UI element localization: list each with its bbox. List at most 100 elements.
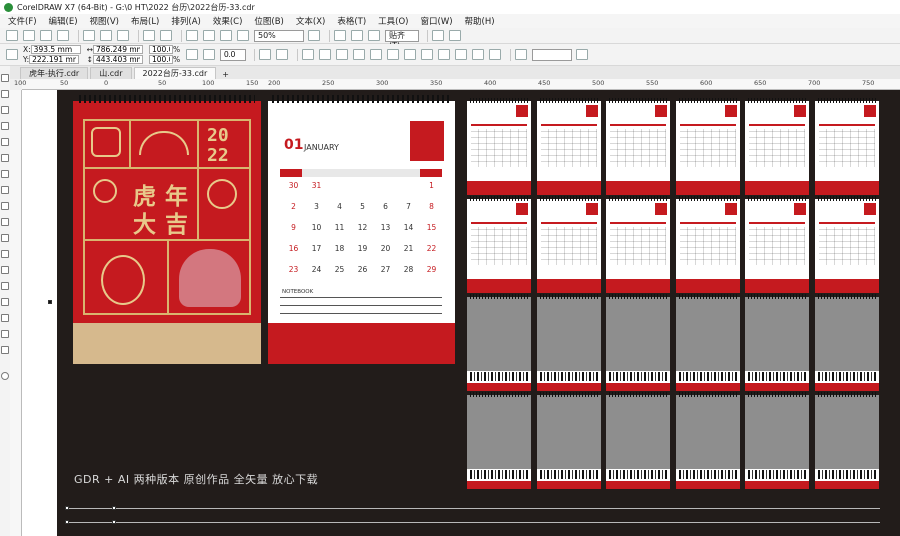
save-icon[interactable]: [40, 30, 52, 41]
export-icon[interactable]: [220, 30, 232, 41]
rectangle-tool-icon[interactable]: [1, 170, 9, 178]
parallel-dimension-icon[interactable]: [1, 234, 9, 242]
connector-tool-icon[interactable]: [1, 250, 9, 258]
calendar-page-thumbnail[interactable]: [814, 98, 879, 195]
x-position-field[interactable]: [30, 45, 81, 54]
break-apart-icon[interactable]: [370, 49, 383, 60]
menu-window[interactable]: 窗口(W): [421, 15, 453, 27]
menu-layout[interactable]: 布局(L): [131, 15, 159, 27]
open-icon[interactable]: [23, 30, 35, 41]
zoom-level-select[interactable]: 50%: [254, 29, 304, 42]
selection-handle[interactable]: [48, 300, 52, 304]
menu-view[interactable]: 视图(V): [90, 15, 119, 27]
object-origin-icon[interactable]: [6, 49, 18, 60]
outline-pen-icon[interactable]: [1, 346, 9, 354]
menu-tools[interactable]: 工具(O): [378, 15, 408, 27]
front-minus-back-icon[interactable]: [455, 49, 468, 60]
artistic-media-icon[interactable]: [1, 154, 9, 162]
drop-shadow-icon[interactable]: [1, 266, 9, 274]
photo-page-thumbnail[interactable]: [675, 294, 740, 391]
photo-page-thumbnail[interactable]: [606, 392, 670, 489]
calendar-page-thumbnail[interactable]: [675, 196, 740, 293]
horizontal-ruler[interactable]: 100 50 0 50 100 150 200 250 300 350 400 …: [14, 79, 900, 90]
calendar-page-thumbnail[interactable]: [467, 98, 531, 195]
freehand-tool-icon[interactable]: [1, 138, 9, 146]
trim-icon[interactable]: [404, 49, 417, 60]
selection-handle[interactable]: [65, 506, 69, 510]
ungroup-icon[interactable]: [319, 49, 332, 60]
menu-arrange[interactable]: 排列(A): [171, 15, 200, 27]
paste-icon[interactable]: [117, 30, 129, 41]
photo-page-thumbnail[interactable]: [745, 392, 809, 489]
text-tool-icon[interactable]: [1, 218, 9, 226]
import-icon[interactable]: [203, 30, 215, 41]
outline-width-select[interactable]: [532, 48, 573, 61]
show-grid-icon[interactable]: [351, 30, 363, 41]
shape-tool-icon[interactable]: [1, 90, 9, 98]
transparency-tool-icon[interactable]: [1, 282, 9, 290]
new-icon[interactable]: [6, 30, 18, 41]
redo-icon[interactable]: [160, 30, 172, 41]
calendar-page-thumbnail[interactable]: [536, 98, 601, 195]
weld-icon[interactable]: [387, 49, 400, 60]
search-icon[interactable]: [186, 30, 198, 41]
group-icon[interactable]: [302, 49, 315, 60]
photo-page-thumbnail[interactable]: [675, 392, 740, 489]
menu-edit[interactable]: 编辑(E): [49, 15, 78, 27]
photo-page-thumbnail[interactable]: [814, 294, 879, 391]
copy-icon[interactable]: [100, 30, 112, 41]
mirror-horizontal-icon[interactable]: [259, 49, 272, 60]
calendar-page-thumbnail[interactable]: [745, 196, 809, 293]
menu-effects[interactable]: 效果(C): [213, 15, 243, 27]
ellipse-tool-icon[interactable]: [1, 186, 9, 194]
mirror-vertical-icon[interactable]: [276, 49, 289, 60]
publish-pdf-icon[interactable]: [237, 30, 249, 41]
menu-table[interactable]: 表格(T): [337, 15, 366, 27]
full-screen-icon[interactable]: [308, 30, 320, 41]
scale-x-field[interactable]: [148, 45, 173, 54]
photo-page-thumbnail[interactable]: [745, 294, 809, 391]
add-icon[interactable]: [576, 49, 589, 60]
menu-help[interactable]: 帮助(H): [465, 15, 495, 27]
photo-page-thumbnail[interactable]: [467, 294, 531, 391]
color-eyedropper-icon[interactable]: [1, 298, 9, 306]
calendar-page-thumbnail[interactable]: [814, 196, 879, 293]
snap-to-select[interactable]: 贴齐(T): [385, 29, 419, 50]
selection-handle[interactable]: [65, 520, 69, 524]
application-launcher-icon[interactable]: [449, 30, 461, 41]
new-tab-icon[interactable]: +: [222, 70, 229, 79]
back-minus-front-icon[interactable]: [472, 49, 485, 60]
calendar-cover[interactable]: 虎 年 大 吉 20 22: [73, 95, 261, 364]
calendar-page-thumbnail[interactable]: [675, 98, 740, 195]
calendar-page-thumbnail[interactable]: [467, 196, 531, 293]
undo-icon[interactable]: [143, 30, 155, 41]
intersect-icon[interactable]: [421, 49, 434, 60]
show-guidelines-icon[interactable]: [368, 30, 380, 41]
guide-line[interactable]: [66, 508, 880, 509]
add-tool-icon[interactable]: [1, 372, 9, 380]
smart-fill-icon[interactable]: [1, 330, 9, 338]
calendar-page-january[interactable]: 01 JANUARY 30 31 1 2 3 4 5 6 7 8 9 10 11 12 13 14 15 16 17…: [268, 95, 455, 364]
photo-page-thumbnail[interactable]: [467, 392, 531, 489]
combine-icon[interactable]: [353, 49, 366, 60]
calendar-page-thumbnail[interactable]: [606, 98, 670, 195]
menu-text[interactable]: 文本(X): [296, 15, 325, 27]
width-field[interactable]: [92, 45, 143, 54]
align-distribute-icon[interactable]: [515, 49, 528, 60]
interactive-fill-icon[interactable]: [1, 314, 9, 322]
pick-tool-icon[interactable]: [1, 74, 9, 82]
crop-tool-icon[interactable]: [1, 106, 9, 114]
photo-page-thumbnail[interactable]: [814, 392, 879, 489]
polygon-tool-icon[interactable]: [1, 202, 9, 210]
options-icon[interactable]: [432, 30, 444, 41]
selection-handle[interactable]: [112, 520, 116, 524]
cut-icon[interactable]: [83, 30, 95, 41]
calendar-page-thumbnail[interactable]: [745, 98, 809, 195]
vertical-ruler[interactable]: [10, 90, 22, 536]
rotation-field[interactable]: [220, 48, 247, 61]
photo-page-thumbnail[interactable]: [536, 294, 601, 391]
tab-document-2[interactable]: 山.cdr: [90, 67, 132, 79]
height-field[interactable]: [92, 55, 143, 64]
print-icon[interactable]: [57, 30, 69, 41]
lock-ratio-icon[interactable]: [186, 49, 199, 60]
